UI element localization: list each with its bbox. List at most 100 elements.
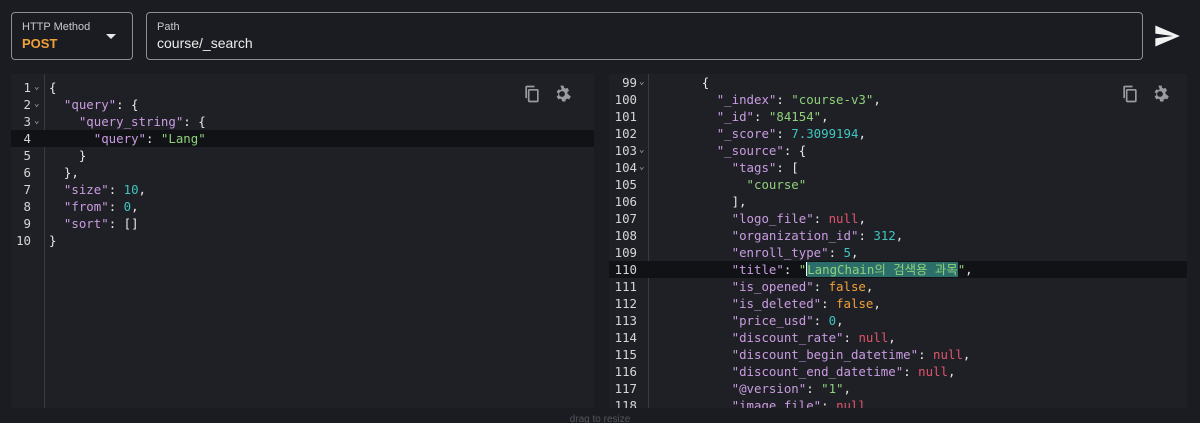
line-number: 10: [16, 233, 31, 248]
code-text: "is_deleted": false,: [657, 295, 881, 312]
query-editor[interactable]: 1 ⌄{2 ⌄ "query": {3 ⌄ "query_string": {4 "q…: [11, 74, 594, 408]
fold-toggle-icon[interactable]: ⌄: [34, 96, 39, 113]
code-line: 8 "from": 0,: [11, 198, 594, 215]
code-token: :: [754, 109, 769, 124]
line-number: 3: [23, 114, 31, 129]
line-number: 6: [23, 165, 31, 180]
code-line: 105 "course": [609, 176, 1187, 193]
code-line: 100 "_index": "course-v3",: [609, 91, 1187, 108]
code-token: :: [903, 364, 919, 379]
fold-toggle-icon[interactable]: ⌄: [639, 74, 644, 91]
code-line: 113 "price_usd": 0,: [609, 312, 1187, 329]
code-token: ,: [947, 364, 956, 379]
code-token: :: [828, 245, 844, 260]
http-method-label: HTTP Method: [22, 21, 91, 33]
code-token: ],: [657, 194, 747, 209]
code-text: "_index": "course-v3",: [657, 91, 881, 108]
code-line: 102 "_score": 7.3099194,: [609, 125, 1187, 142]
code-line: 111 "is_opened": false,: [609, 278, 1187, 295]
code-token: : []: [108, 216, 139, 231]
fold-toggle-icon[interactable]: ⌄: [639, 142, 644, 159]
code-token: :: [145, 131, 161, 146]
code-token: :: [813, 279, 829, 294]
code-token: "_id": [716, 109, 754, 124]
code-line: 101 "_id": "84154",: [609, 108, 1187, 125]
code-token: "query_string": [78, 114, 184, 129]
line-number: 102: [614, 126, 637, 141]
code-token: false: [836, 296, 874, 311]
code-token: :: [813, 211, 829, 226]
code-token: ,: [858, 126, 866, 141]
code-text: {: [49, 79, 56, 96]
line-number: 103: [614, 143, 637, 158]
fold-toggle-icon[interactable]: ⌄: [34, 79, 39, 96]
code-token: :: [783, 262, 799, 277]
code-text: "enroll_type": 5,: [657, 244, 859, 261]
gear-icon[interactable]: [1150, 84, 1170, 104]
code-line: 103 ⌄ "_source": {: [609, 142, 1187, 159]
code-token: "is_opened": [731, 279, 814, 294]
code-line: 107 "logo_file": null,: [609, 210, 1187, 227]
code-token: null: [836, 398, 866, 408]
code-line: 10}: [11, 232, 594, 249]
code-token: ,: [821, 109, 829, 124]
code-line: 4 "query": "Lang": [11, 130, 594, 147]
response-viewer[interactable]: 99 ⌄ {100 "_index": "course-v3", 101 "_id"…: [609, 74, 1187, 408]
http-method-value: POST: [22, 36, 58, 51]
code-text: "organization_id": 312,: [657, 227, 904, 244]
code-line: 106 ],: [609, 193, 1187, 210]
code-text: "course": [657, 176, 807, 193]
code-text: "_id": "84154",: [657, 108, 829, 125]
code-token: "image_file": [731, 398, 822, 408]
fold-toggle-icon[interactable]: ⌄: [34, 113, 39, 130]
line-number: 1: [23, 80, 31, 95]
code-token: "Lang": [160, 131, 206, 146]
line-number: 111: [614, 279, 637, 294]
code-token: {: [657, 75, 710, 90]
gear-icon[interactable]: [552, 84, 572, 104]
line-number: 100: [614, 92, 637, 107]
code-line: 118 "image_file": null: [609, 397, 1187, 408]
code-text: },: [49, 164, 79, 181]
code-text: "discount_rate": null,: [657, 329, 896, 346]
code-token: "@version": [731, 381, 807, 396]
code-token: "query": [93, 131, 146, 146]
code-line: 115 "discount_begin_datetime": null,: [609, 346, 1187, 363]
send-button[interactable]: [1152, 22, 1182, 50]
code-token: ,: [895, 228, 904, 243]
line-number: 114: [614, 330, 637, 345]
code-line: 104 ⌄ "tags": [: [609, 159, 1187, 176]
code-token: "query": [63, 97, 117, 112]
code-token: "price_usd": [731, 313, 814, 328]
http-method-select[interactable]: HTTP Method POST: [11, 12, 133, 60]
code-token: "_score": [716, 126, 777, 141]
code-token: "enroll_type": [731, 245, 829, 260]
code-token: 10: [123, 182, 139, 197]
code-token: ,: [965, 262, 973, 277]
copy-icon[interactable]: [522, 84, 542, 104]
code-token: :: [776, 92, 792, 107]
code-line: 110 "title": "LangChain의 검색용 과목",: [609, 261, 1187, 278]
copy-icon[interactable]: [1120, 84, 1140, 104]
code-token: :: [108, 182, 124, 197]
code-token: : {: [783, 143, 807, 158]
code-token: "_index": [716, 92, 777, 107]
code-text: {: [657, 74, 709, 91]
path-input[interactable]: Path course/_search: [146, 12, 1143, 60]
fold-toggle-icon[interactable]: ⌄: [639, 159, 644, 176]
code-token: "is_deleted": [731, 296, 822, 311]
code-text: "@version": "1",: [657, 380, 851, 397]
code-line: 114 "discount_rate": null,: [609, 329, 1187, 346]
code-token: 0: [123, 199, 132, 214]
